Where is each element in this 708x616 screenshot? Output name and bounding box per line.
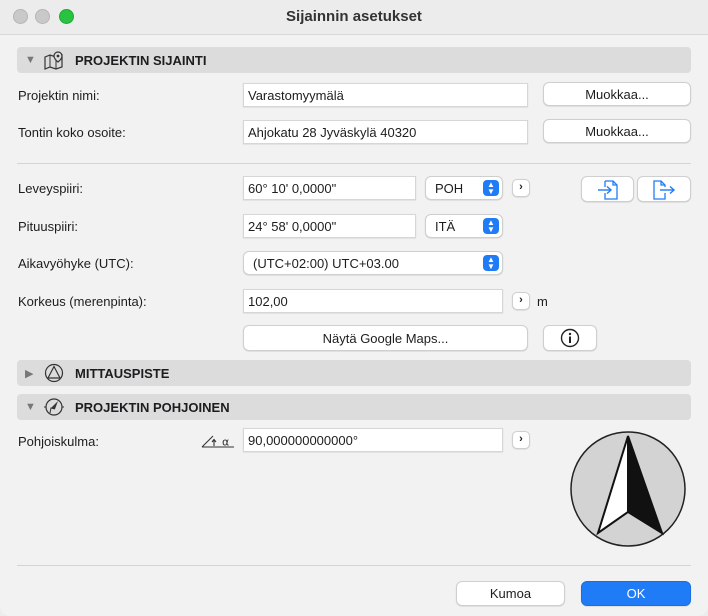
divider [17, 163, 691, 164]
address-field[interactable]: Ahjokatu 28 Jyväskylä 40320 [243, 120, 528, 144]
section-title-location: PROJEKTIN SIJAINTI [75, 53, 207, 68]
survey-point-icon [44, 363, 64, 383]
longitude-direction-select[interactable]: ITÄ ▲ ▼ [425, 214, 503, 238]
cancel-button[interactable]: Kumoa [456, 581, 565, 606]
chevron-updown-icon: ▲ ▼ [483, 218, 499, 234]
disclosure-down-icon[interactable]: ▼ [25, 401, 36, 413]
import-location-button[interactable] [581, 176, 634, 202]
divider [17, 565, 691, 566]
north-angle-label: Pohjoiskulma: [18, 434, 99, 449]
edit-project-name-button[interactable]: Muokkaa... [543, 82, 691, 106]
dialog-content: ▼ PROJEKTIN SIJAINTI Projektin nimi: Var… [0, 34, 708, 616]
svg-text:α: α [222, 436, 229, 449]
section-title-survey-point: MITTAUSPISTE [75, 366, 170, 381]
timezone-value: (UTC+02:00) UTC+03.00 [253, 256, 399, 271]
latitude-field[interactable]: 60° 10' 0,0000" [243, 176, 416, 200]
timezone-select[interactable]: (UTC+02:00) UTC+03.00 ▲ ▼ [243, 251, 503, 275]
map-pin-icon [44, 51, 63, 70]
window-title: Sijainnin asetukset [286, 8, 422, 25]
timezone-label: Aikavyöhyke (UTC): [18, 256, 134, 271]
latitude-expand-button[interactable]: › [512, 179, 530, 197]
north-angle-expand-button[interactable]: › [512, 431, 530, 449]
show-google-maps-button[interactable]: Näytä Google Maps... [243, 325, 528, 351]
longitude-label: Pituuspiiri: [18, 219, 78, 234]
section-title-project-north: PROJEKTIN POHJOINEN [75, 400, 230, 415]
project-name-field[interactable]: Varastomyymälä [243, 83, 528, 107]
import-file-icon [597, 180, 618, 200]
north-arrow-icon [570, 431, 686, 547]
section-header-survey-point[interactable]: ▶ MITTAUSPISTE [17, 360, 691, 386]
angle-icon: α [201, 436, 234, 449]
elevation-unit: m [537, 294, 548, 309]
section-header-project-north[interactable]: ▼ PROJEKTIN POHJOINEN [17, 394, 691, 420]
disclosure-right-icon[interactable]: ▶ [25, 367, 33, 380]
ok-button[interactable]: OK [581, 581, 691, 606]
section-header-location[interactable]: ▼ PROJEKTIN SIJAINTI [17, 47, 691, 73]
project-name-label: Projektin nimi: [18, 88, 100, 103]
latitude-label: Leveyspiiri: [18, 181, 84, 196]
compass-icon [44, 398, 64, 416]
north-angle-field[interactable]: 90,000000000000° [243, 428, 503, 452]
export-file-icon [653, 180, 676, 200]
address-label: Tontin koko osoite: [18, 125, 126, 140]
export-location-button[interactable] [637, 176, 691, 202]
longitude-field[interactable]: 24° 58' 0,0000" [243, 214, 416, 238]
elevation-field[interactable]: 102,00 [243, 289, 503, 313]
disclosure-down-icon[interactable]: ▼ [25, 54, 36, 66]
latitude-direction-select[interactable]: POH ▲ ▼ [425, 176, 503, 200]
dialog-window: Sijainnin asetukset ▼ PROJEKTIN SIJAINTI… [0, 0, 708, 616]
edit-address-button[interactable]: Muokkaa... [543, 119, 691, 143]
info-icon [560, 328, 580, 348]
info-button[interactable] [543, 325, 597, 351]
elevation-label: Korkeus (merenpinta): [18, 294, 147, 309]
latitude-direction-value: POH [435, 181, 464, 196]
chevron-updown-icon: ▲ ▼ [483, 255, 499, 271]
longitude-direction-value: ITÄ [435, 219, 456, 234]
title-bar: Sijainnin asetukset [0, 0, 708, 34]
chevron-updown-icon: ▲ ▼ [483, 180, 499, 196]
elevation-expand-button[interactable]: › [512, 292, 530, 310]
